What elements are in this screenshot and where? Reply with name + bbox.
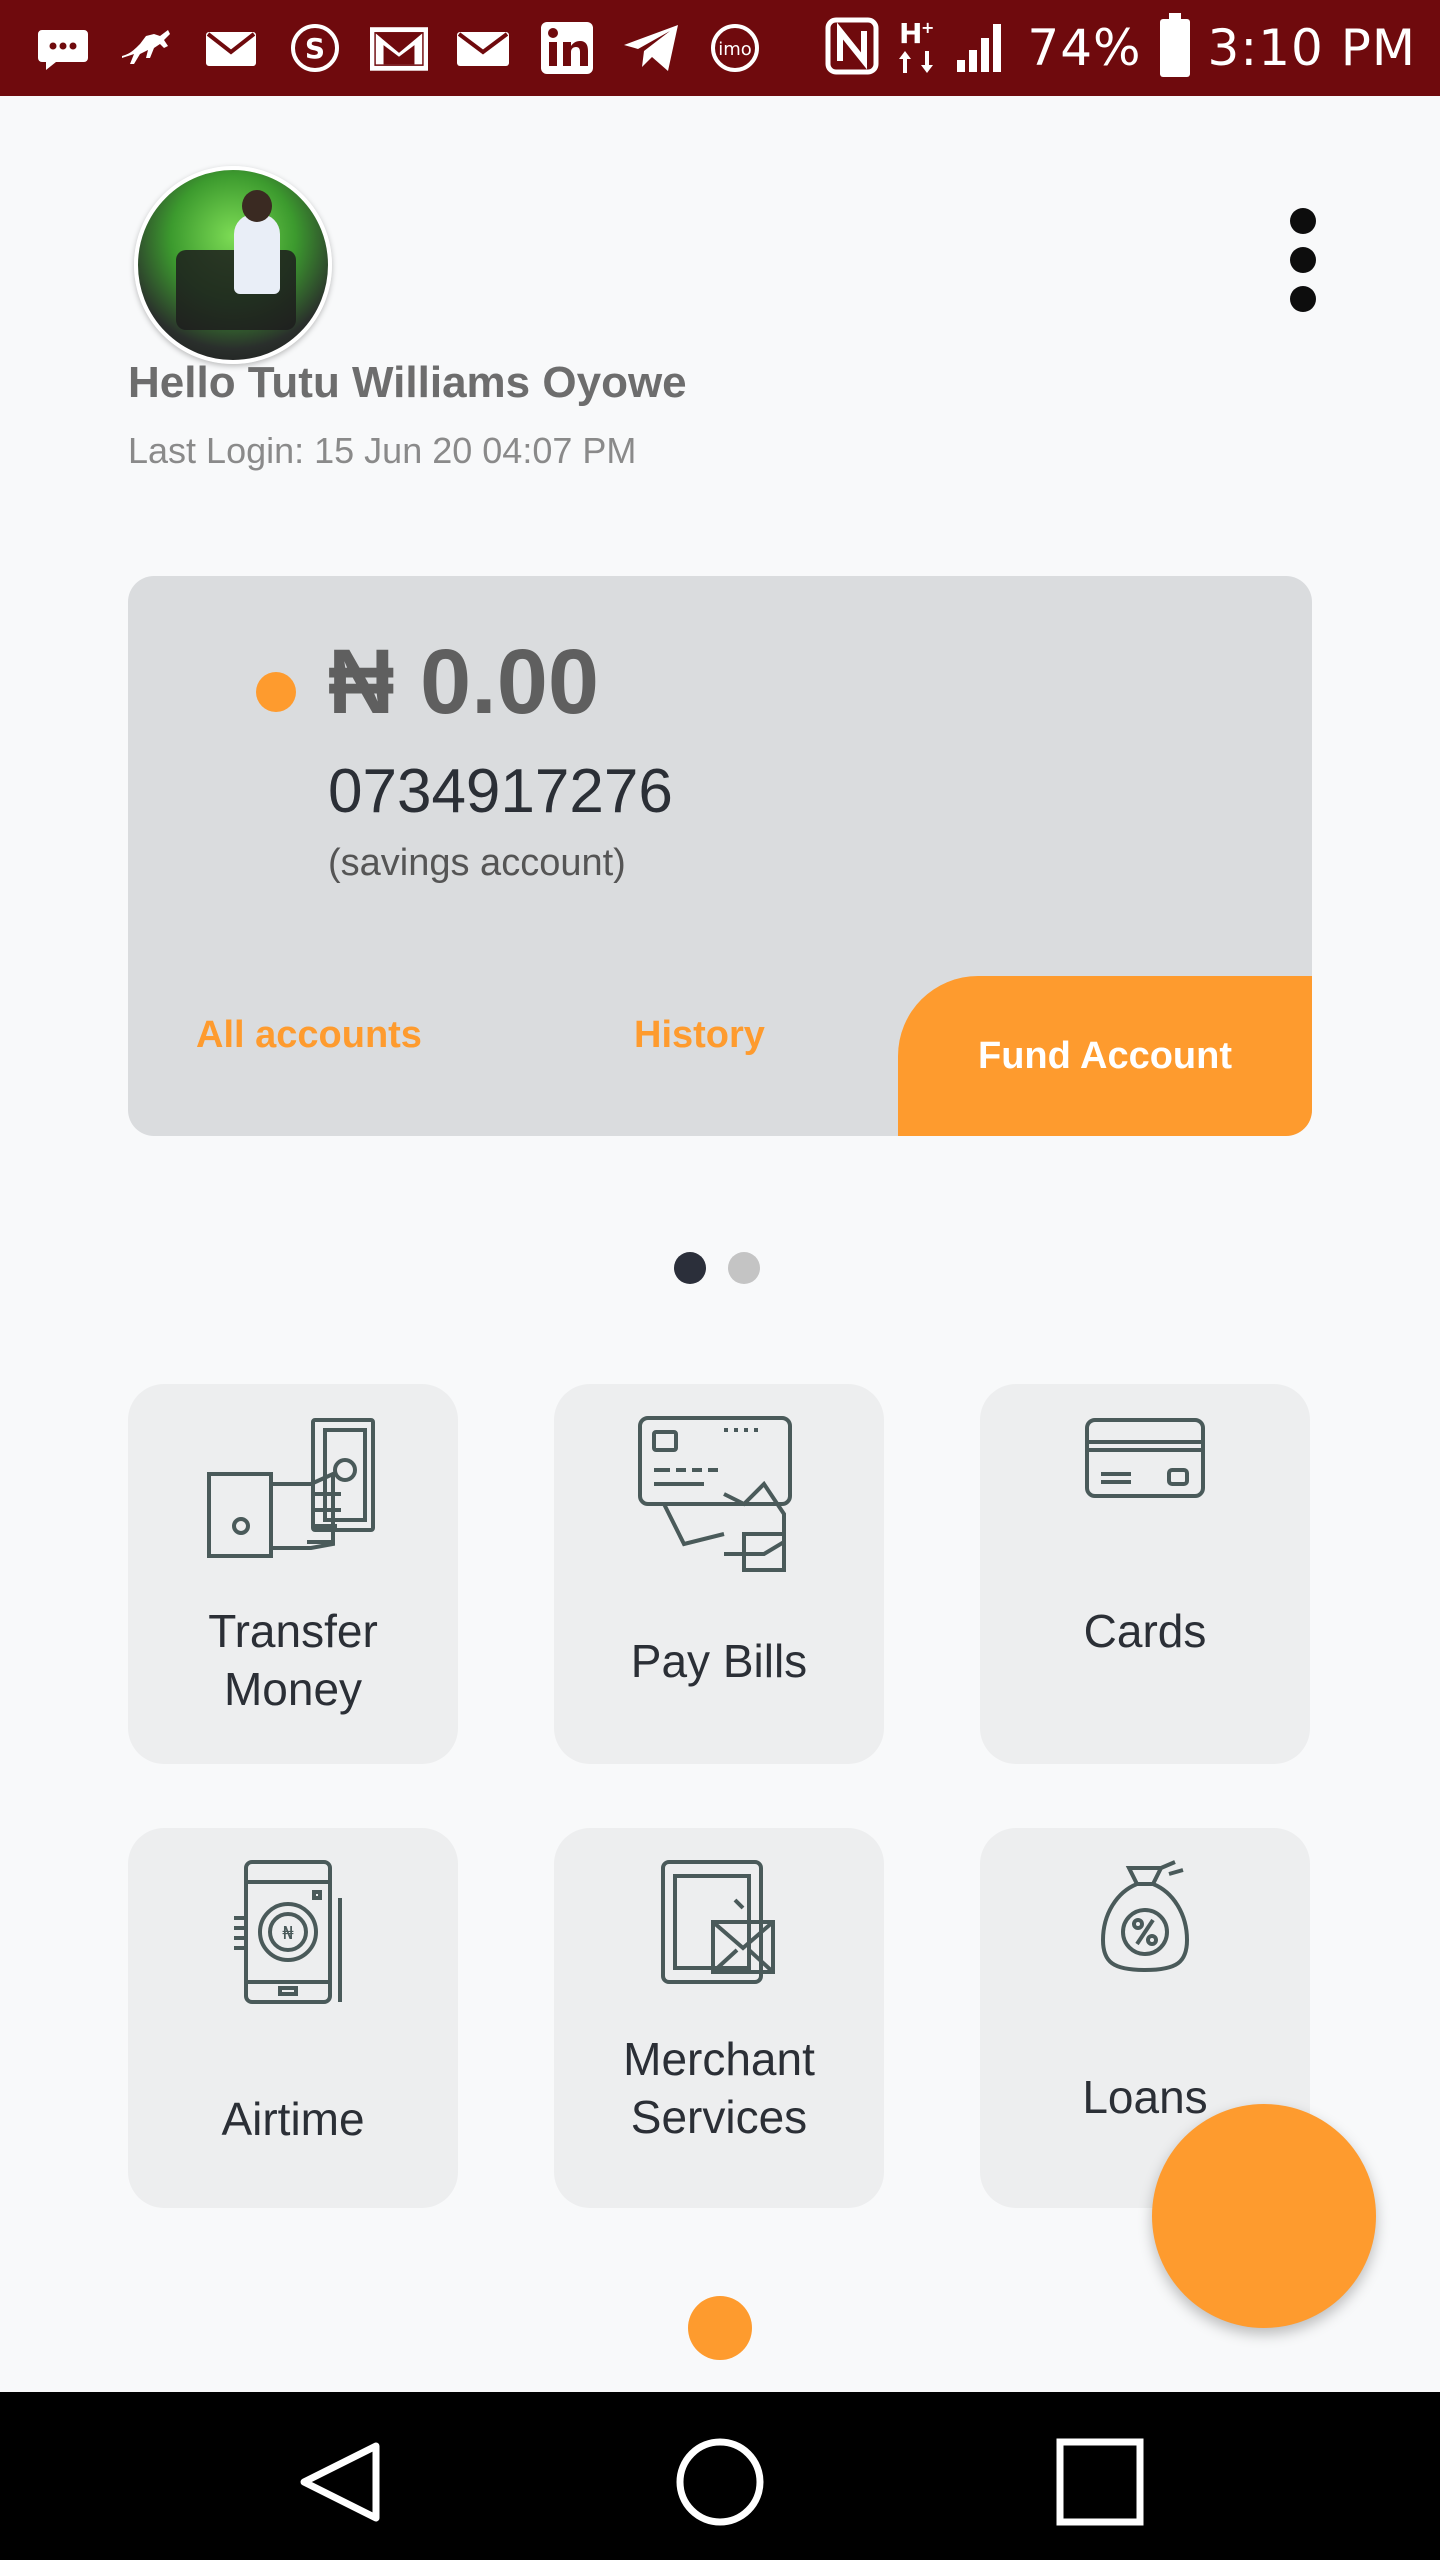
hplus-data-icon: H + — [897, 17, 937, 79]
mail-icon — [202, 22, 260, 74]
status-bar: S imo H + 74% 3:10 PM — [0, 0, 1440, 96]
mail-icon — [454, 22, 512, 74]
transfer-money-tile[interactable]: Transfer Money — [128, 1384, 458, 1764]
linkedin-icon — [538, 22, 596, 74]
svg-text:H: H — [899, 17, 922, 50]
avatar[interactable] — [134, 166, 332, 364]
battery-percent: 74% — [1027, 19, 1142, 77]
pager-dot[interactable] — [728, 1252, 760, 1284]
page-indicator-dot — [688, 2296, 752, 2360]
account-card[interactable]: ₦ 0.00 0734917276 (savings account) All … — [128, 576, 1312, 1136]
status-dot — [256, 672, 296, 712]
pager-dot-active[interactable] — [674, 1252, 706, 1284]
greeting: Hello Tutu Williams Oyowe — [128, 358, 687, 407]
telegram-icon — [622, 22, 680, 74]
signal-icon — [955, 18, 1009, 78]
hand-money-icon — [128, 1414, 458, 1564]
airtime-tile[interactable]: ₦ Airtime — [128, 1828, 458, 2208]
message-icon — [34, 22, 92, 74]
home-icon[interactable] — [670, 2432, 770, 2532]
recents-icon[interactable] — [1050, 2432, 1150, 2532]
clock: 3:10 PM — [1207, 19, 1416, 77]
account-number: 0734917276 — [328, 757, 673, 826]
money-bag-icon — [980, 1858, 1310, 1978]
tile-label: Airtime — [221, 2093, 365, 2145]
all-accounts-link[interactable]: All accounts — [196, 1014, 422, 1057]
cards-tile[interactable]: Cards — [980, 1384, 1310, 1764]
tile-label: Pay Bills — [630, 1635, 808, 1687]
svg-text:imo: imo — [718, 39, 752, 60]
phone-naira-icon: ₦ — [128, 1858, 458, 2008]
fund-account-button[interactable]: Fund Account — [898, 976, 1312, 1136]
pay-bills-tile[interactable]: Pay Bills — [554, 1384, 884, 1764]
battery-icon — [1159, 13, 1190, 77]
nfc-icon — [825, 17, 879, 79]
svg-text:+: + — [921, 18, 934, 37]
account-balance: ₦ 0.00 — [328, 631, 600, 733]
tile-label: Cards — [1083, 1605, 1207, 1657]
gmail-icon — [370, 22, 428, 74]
navigation-bar — [0, 2392, 1440, 2560]
tile-label: Transfer Money — [208, 1605, 378, 1715]
notification-icons: S imo — [0, 22, 764, 74]
imo-icon: imo — [706, 22, 764, 74]
svg-text:₦: ₦ — [282, 1923, 294, 1944]
tablet-mail-icon — [554, 1858, 884, 1988]
floating-action-button[interactable] — [1152, 2104, 1376, 2328]
credit-card-icon — [980, 1416, 1310, 1500]
horse-icon — [118, 22, 176, 74]
overflow-menu-icon[interactable] — [1288, 208, 1318, 312]
account-type: (savings account) — [328, 842, 626, 884]
skype-icon: S — [286, 22, 344, 74]
last-login: Last Login: 15 Jun 20 04:07 PM — [128, 430, 637, 471]
merchant-services-tile[interactable]: Merchant Services — [554, 1828, 884, 2208]
history-link[interactable]: History — [634, 1014, 765, 1057]
back-icon[interactable] — [290, 2432, 390, 2532]
tile-label: Merchant Services — [623, 2033, 815, 2143]
card-payment-icon — [554, 1414, 884, 1574]
card-pager — [674, 1252, 760, 1284]
svg-text:S: S — [305, 32, 325, 65]
